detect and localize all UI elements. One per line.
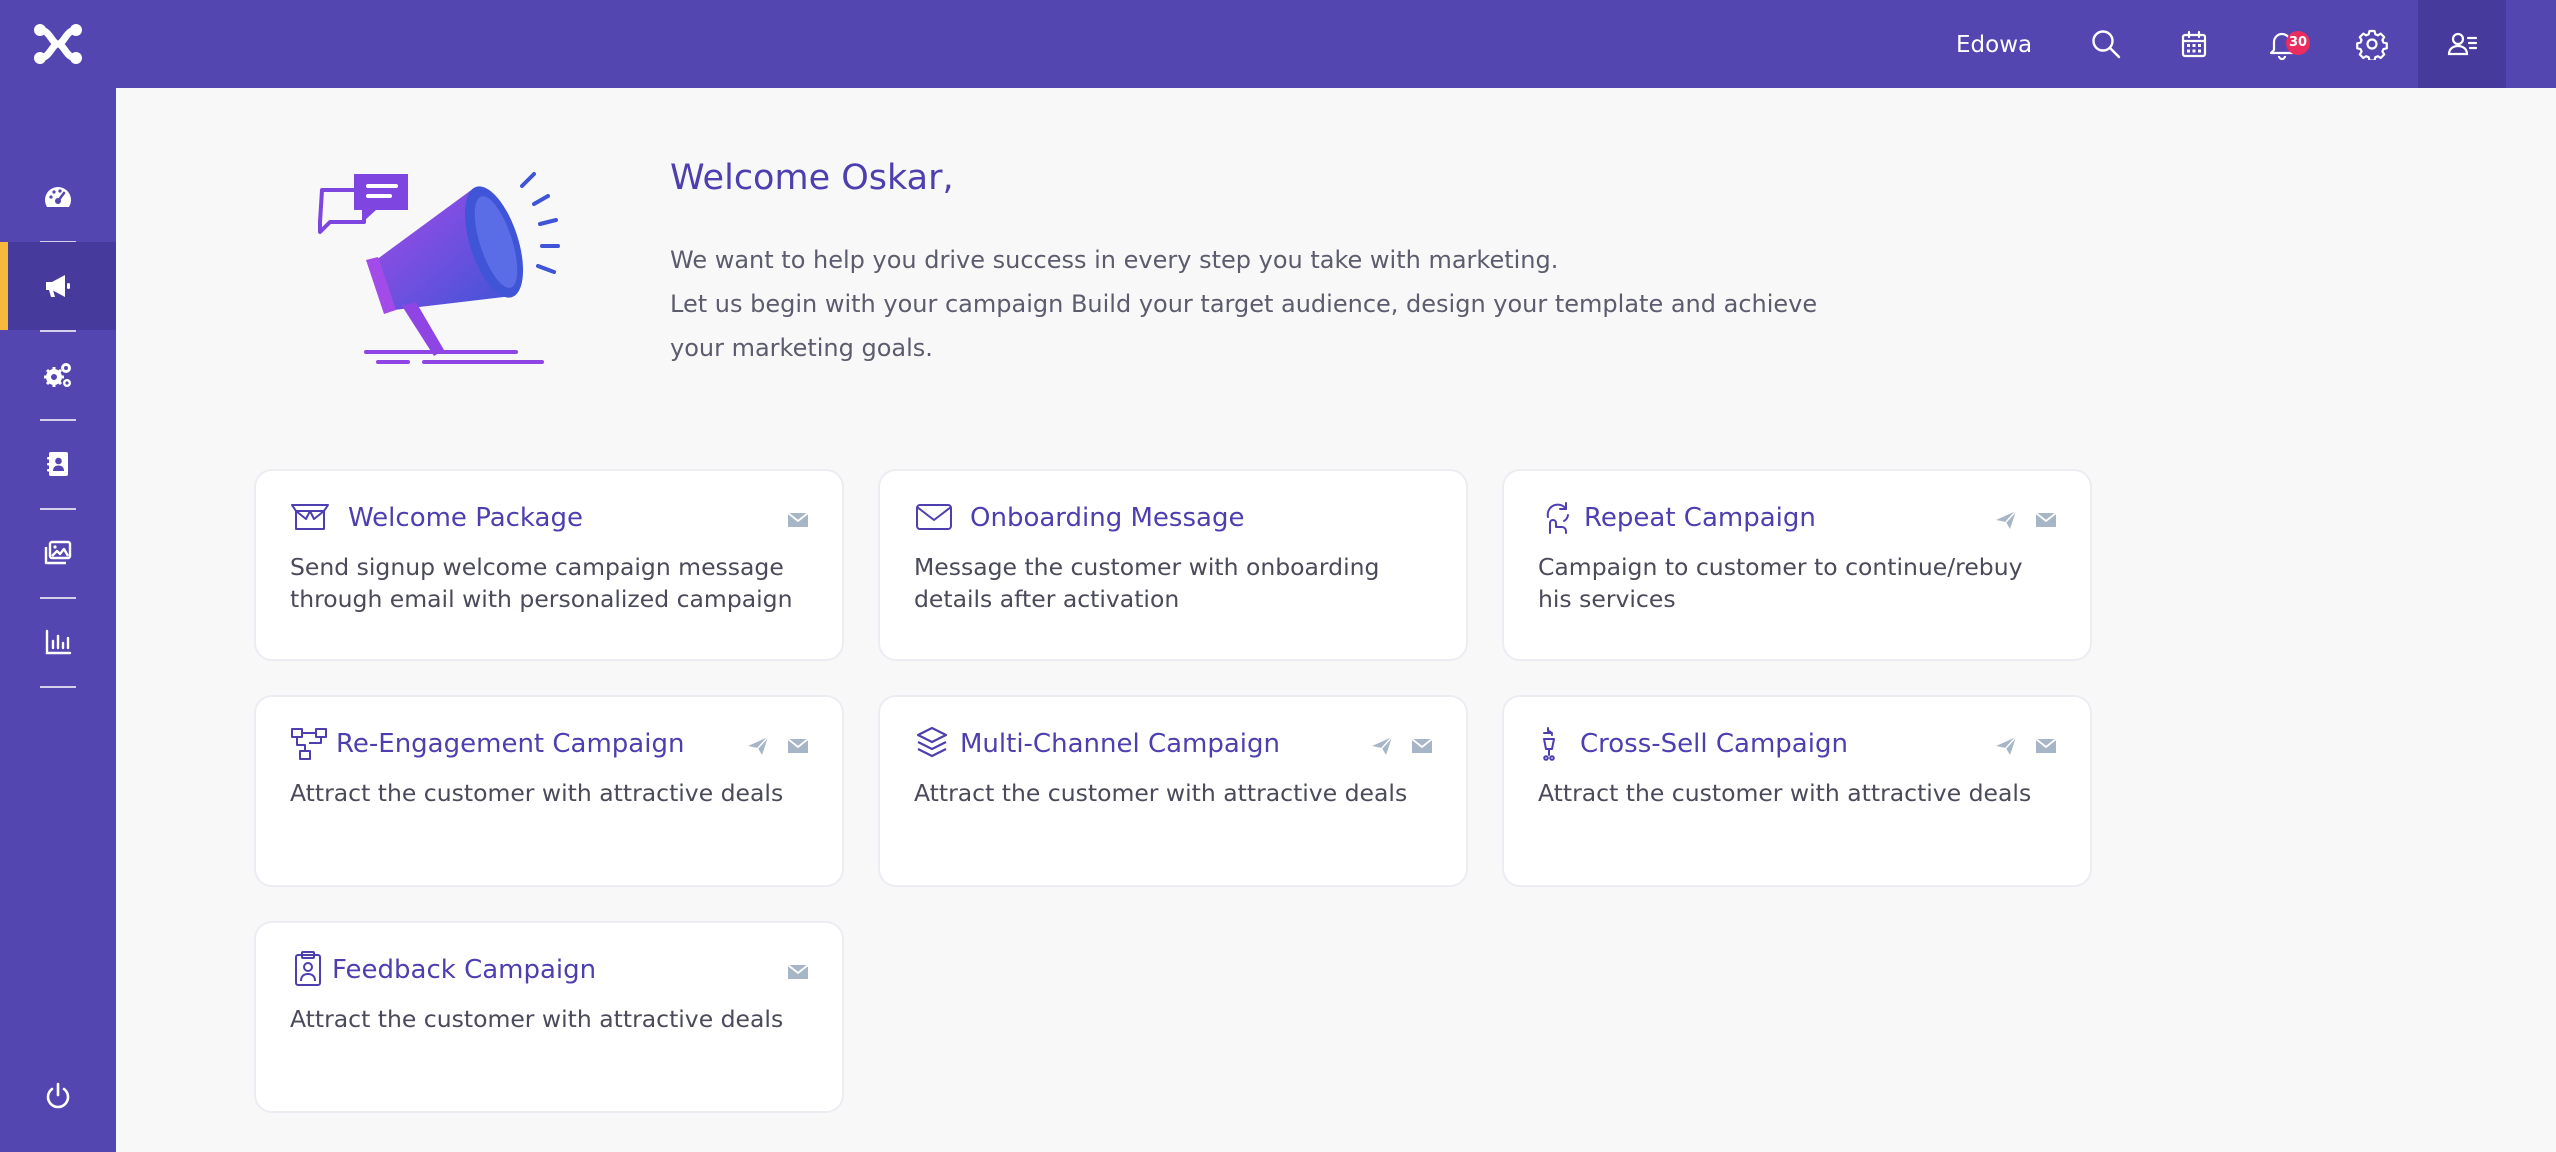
send-icon[interactable] — [1994, 735, 2018, 757]
card-description: Campaign to customer to continue/rebuy h… — [1538, 553, 2023, 613]
welcome-text: We want to help you drive success in eve… — [670, 238, 1870, 370]
send-icon[interactable] — [1370, 735, 1394, 757]
campaign-card-re-engagement-campaign[interactable]: Re-Engagement Campaign Attract the custo… — [254, 695, 844, 887]
email-icon[interactable] — [786, 735, 810, 757]
layers-icon — [916, 726, 948, 758]
flow-icon — [291, 728, 327, 760]
welcome-line-2: Let us begin with your campaign Build yo… — [670, 290, 1818, 362]
top-bar: Edowa 30 — [0, 0, 2556, 88]
card-description: Attract the customer with attractive dea… — [290, 779, 784, 807]
chart-icon — [45, 629, 72, 655]
send-icon[interactable] — [746, 735, 770, 757]
send-icon[interactable] — [1994, 509, 2018, 531]
settings-button[interactable] — [2328, 0, 2416, 88]
campaign-card-repeat-campaign[interactable]: Repeat Campaign Campaign to customer to … — [1502, 469, 2092, 661]
card-description: Send signup welcome campaign message thr… — [290, 553, 793, 613]
images-icon — [44, 540, 72, 565]
cart-icon — [1543, 727, 1555, 761]
email-icon[interactable] — [786, 961, 810, 983]
email-icon[interactable] — [2034, 509, 2058, 531]
user-name[interactable]: Edowa — [1956, 0, 2032, 88]
megaphone-illustration — [318, 172, 560, 364]
app-logo[interactable] — [0, 0, 116, 88]
card-title[interactable]: Welcome Package — [348, 499, 583, 537]
user-list-icon — [2447, 32, 2478, 56]
sidebar-divider — [40, 686, 76, 688]
notifications-button[interactable]: 30 — [2238, 0, 2326, 88]
card-title[interactable]: Feedback Campaign — [332, 951, 596, 989]
card-title[interactable]: Repeat Campaign — [1584, 499, 1816, 537]
sidebar-item-media[interactable] — [0, 509, 116, 597]
card-title[interactable]: Re-Engagement Campaign — [336, 725, 684, 763]
card-description: Message the customer with onboarding det… — [914, 553, 1380, 613]
card-description: Attract the customer with attractive dea… — [914, 779, 1408, 807]
calendar-button[interactable] — [2150, 0, 2238, 88]
power-icon — [46, 1082, 70, 1109]
repeat-hand-icon — [1546, 502, 1569, 534]
welcome-title: Welcome Oskar, — [670, 158, 954, 198]
profile-button[interactable] — [2418, 0, 2506, 88]
email-icon[interactable] — [786, 509, 810, 531]
sidebar-item-reports[interactable] — [0, 598, 116, 686]
envelope-outline-icon — [916, 504, 952, 530]
dashboard-icon — [45, 187, 71, 207]
campaign-card-welcome-package[interactable]: Welcome Package Send signup welcome camp… — [254, 469, 844, 661]
card-title[interactable]: Cross-Sell Campaign — [1580, 725, 1848, 763]
welcome-line-1: We want to help you drive success in eve… — [670, 246, 1559, 274]
open-box-icon — [291, 504, 329, 530]
card-description: Attract the customer with attractive dea… — [1538, 779, 2032, 807]
gear-icon — [2356, 29, 2388, 60]
campaign-card-cross-sell-campaign[interactable]: Cross-Sell Campaign Attract the customer… — [1502, 695, 2092, 887]
sidebar — [0, 88, 116, 1152]
campaign-card-multi-channel-campaign[interactable]: Multi-Channel Campaign Attract the custo… — [878, 695, 1468, 887]
megaphone-icon — [46, 275, 70, 297]
cogs-icon — [44, 363, 71, 387]
search-icon — [2092, 30, 2121, 59]
calendar-icon — [2181, 30, 2207, 58]
sidebar-item-contacts[interactable] — [0, 420, 116, 508]
clipboard-icon — [295, 951, 321, 986]
sidebar-item-campaigns[interactable] — [0, 242, 116, 330]
email-icon[interactable] — [1410, 735, 1434, 757]
sidebar-item-automation[interactable] — [0, 331, 116, 419]
campaign-card-feedback-campaign[interactable]: Feedback Campaign Attract the customer w… — [254, 921, 844, 1113]
email-icon[interactable] — [2034, 735, 2058, 757]
card-title[interactable]: Multi-Channel Campaign — [960, 725, 1280, 763]
logout-button[interactable] — [0, 1052, 116, 1140]
contacts-icon — [47, 452, 68, 476]
card-description: Attract the customer with attractive dea… — [290, 1005, 784, 1033]
logo-icon — [34, 24, 82, 64]
search-button[interactable] — [2062, 0, 2150, 88]
card-title[interactable]: Onboarding Message — [970, 499, 1244, 537]
notification-badge: 30 — [2286, 31, 2311, 55]
campaign-card-onboarding-message[interactable]: Onboarding Message Message the customer … — [878, 469, 1468, 661]
sidebar-item-dashboard[interactable] — [0, 153, 116, 241]
